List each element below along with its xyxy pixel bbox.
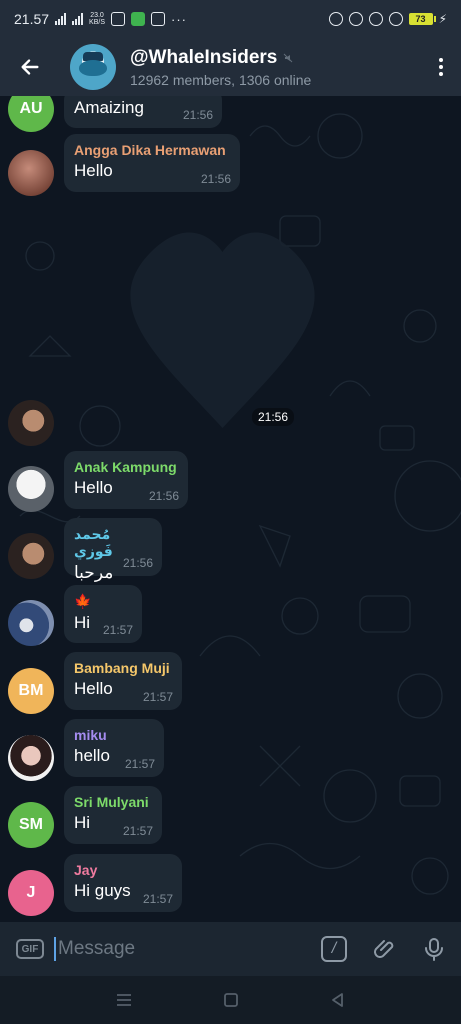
message-time: 21:56 <box>122 556 153 570</box>
paperclip-icon <box>374 940 394 958</box>
message-bubble[interactable]: 🍁 Hi 21:57 <box>64 585 142 643</box>
message-bubble[interactable]: Sri Mulyani Hi 21:57 <box>64 786 162 844</box>
avatar[interactable] <box>8 150 54 196</box>
message-time: 21:57 <box>142 690 173 704</box>
avatar[interactable]: BM <box>8 668 54 714</box>
channel-info[interactable]: @WhaleInsiders 12962 members, 1306 onlin… <box>130 47 421 88</box>
message-sender: مُحمد فَوزي <box>74 526 113 559</box>
message-sender: Jay <box>74 862 98 878</box>
charging-icon: ⚡ <box>438 12 447 26</box>
headphones-icon <box>388 12 403 26</box>
voice-button[interactable] <box>423 937 445 961</box>
back-nav-icon[interactable] <box>330 992 346 1008</box>
message-bubble[interactable]: Bambang Muji Hello 21:57 <box>64 652 182 710</box>
message-bubble[interactable]: Jay Hi guys 21:57 <box>64 854 182 912</box>
avatar[interactable]: SM <box>8 802 54 848</box>
more-options-button[interactable] <box>421 38 461 96</box>
attach-button[interactable] <box>373 937 397 961</box>
status-time: 21.57 <box>14 11 50 27</box>
more-notifications-icon: ··· <box>171 11 187 27</box>
recents-icon[interactable] <box>115 992 133 1008</box>
message-sender: Bambang Muji <box>74 660 170 676</box>
chat-area[interactable]: AU Amaizing 21:56 Angga Dika Hermawan He… <box>0 96 461 922</box>
battery-icon: 73 <box>408 13 436 25</box>
tiktok-icon <box>111 12 125 26</box>
message-sender: 🍁 <box>74 593 92 609</box>
avatar[interactable] <box>8 600 54 646</box>
avatar[interactable] <box>8 400 54 446</box>
avatar[interactable] <box>8 533 54 579</box>
whatsapp-icon <box>131 12 145 26</box>
message-sender: Anak Kampung <box>74 459 177 475</box>
signal-2-icon <box>72 13 84 25</box>
message-input[interactable] <box>54 937 321 961</box>
vpn-icon <box>328 12 343 26</box>
gif-button[interactable]: GIF <box>16 939 44 959</box>
channel-subtitle: 12962 members, 1306 online <box>130 71 312 88</box>
back-button[interactable] <box>0 38 60 96</box>
bot-command-button[interactable]: / <box>321 936 347 962</box>
home-icon[interactable] <box>223 992 239 1008</box>
channel-title: @WhaleInsiders <box>130 46 278 68</box>
arrow-left-icon <box>21 59 39 75</box>
channel-avatar[interactable] <box>70 44 116 90</box>
message-time: 21:57 <box>102 623 133 637</box>
message-bubble[interactable]: مُحمد فَوزي مرحبا 21:56 <box>64 518 162 582</box>
message-bubble[interactable]: Anak Kampung Hello 21:56 <box>64 451 188 509</box>
message-time: 21:57 <box>124 757 155 771</box>
vpn-app-icon <box>151 12 165 26</box>
microphone-icon <box>425 938 443 961</box>
status-bar: 21.57 23.0 KB/S ··· 73 ⚡ <box>0 0 461 38</box>
message-time: 21:57 <box>122 824 153 838</box>
composer-bar: GIF / <box>0 922 461 976</box>
mute-icon <box>348 12 363 26</box>
alarm-icon <box>368 12 383 26</box>
message-time: 21:56 <box>200 172 231 186</box>
avatar[interactable] <box>8 735 54 781</box>
sticker-time: 21:56 <box>252 408 295 426</box>
network-speed: 23.0 KB/S <box>89 12 105 26</box>
message-time: 21:57 <box>142 892 173 906</box>
message-sender: Sri Mulyani <box>74 794 149 810</box>
message-sender: Angga Dika Hermawan <box>74 142 226 158</box>
chat-header: @WhaleInsiders 12962 members, 1306 onlin… <box>0 38 461 96</box>
message-sender: miku <box>74 727 107 743</box>
avatar[interactable] <box>8 466 54 512</box>
message-bubble[interactable]: miku hello 21:57 <box>64 719 164 777</box>
message-time: 21:56 <box>182 108 213 122</box>
message-bubble[interactable]: Amaizing 21:56 <box>64 96 222 128</box>
message-time: 21:56 <box>148 489 179 503</box>
message-bubble[interactable]: Angga Dika Hermawan Hello 21:56 <box>64 134 240 192</box>
muted-icon <box>283 53 293 62</box>
signal-icon <box>55 13 67 25</box>
avatar[interactable]: J <box>8 870 54 916</box>
system-nav-bar <box>0 976 461 1024</box>
